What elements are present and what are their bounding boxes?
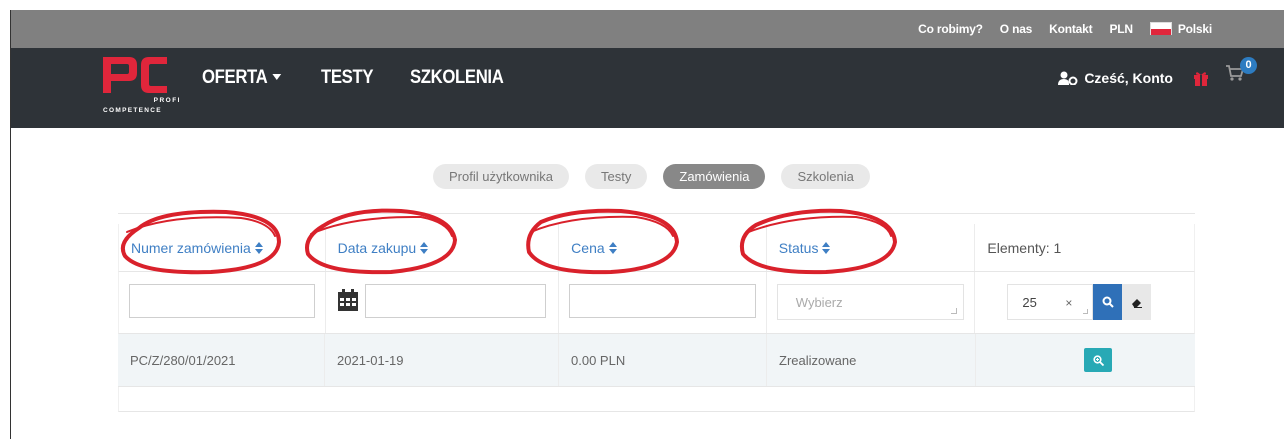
- col-header-label: Status: [778, 239, 819, 256]
- browser-frame: Co robimy? O nas Kontakt PLN Polski PROF…: [10, 10, 1284, 439]
- orders-table: Numer zamówienia Data zakupu Cena Status…: [118, 213, 1195, 412]
- tab-profil[interactable]: Profil użytkownika: [433, 164, 570, 189]
- tab-testy[interactable]: Testy: [585, 164, 648, 189]
- order-number-cell: PC/Z/280/01/2021: [118, 334, 325, 386]
- eraser-icon: [1131, 298, 1142, 308]
- actions-cell: [976, 334, 1195, 386]
- link-about[interactable]: O nas: [1000, 22, 1033, 36]
- cart-count-badge: 0: [1240, 56, 1257, 74]
- col-header-label: Cena: [571, 239, 605, 256]
- search-icon: [1102, 296, 1114, 308]
- page-size-value: 25: [1022, 295, 1037, 310]
- nav-oferta-label: OFERTA: [202, 67, 268, 88]
- pc-logo[interactable]: PROFI COMPETENCE: [103, 55, 183, 117]
- col-header-order-number[interactable]: Numer zamówienia: [119, 224, 326, 271]
- purchase-date-filter[interactable]: [364, 284, 547, 318]
- logo-profi-text: PROFI: [154, 97, 181, 104]
- gift-icon[interactable]: [1193, 70, 1209, 86]
- sort-icon: [254, 241, 263, 254]
- col-header-purchase-date[interactable]: Data zakupu: [326, 224, 560, 271]
- tab-zamowienia[interactable]: Zamówienia: [663, 164, 766, 189]
- link-contact[interactable]: Kontakt: [1049, 22, 1092, 36]
- nav-oferta[interactable]: OFERTA: [202, 67, 282, 89]
- language-selector[interactable]: Polski: [1149, 22, 1212, 36]
- sort-icon: [822, 241, 831, 254]
- logo-competence-text: COMPETENCE: [103, 107, 162, 114]
- calendar-icon[interactable]: [337, 289, 358, 311]
- account-menu[interactable]: Cześć, Konto: [1058, 70, 1173, 86]
- col-header-price[interactable]: Cena: [559, 224, 767, 271]
- table-header-row: Numer zamówienia Data zakupu Cena Status…: [118, 224, 1195, 272]
- sort-icon: [420, 241, 429, 254]
- price-filter[interactable]: [569, 284, 756, 318]
- user-cog-icon: [1058, 71, 1078, 85]
- nav-szkolenia[interactable]: SZKOLENIA: [410, 67, 504, 89]
- currency-selector[interactable]: PLN: [1109, 22, 1133, 36]
- view-order-button[interactable]: [1084, 348, 1112, 372]
- page-size-select[interactable]: 25 ×: [1007, 284, 1094, 321]
- clear-x-icon[interactable]: ×: [1065, 285, 1072, 321]
- status-filter-select[interactable]: Wybierz: [776, 284, 965, 320]
- order-number-filter[interactable]: [129, 284, 315, 318]
- chevron-down-icon: [272, 74, 282, 80]
- status-placeholder: Wybierz: [795, 295, 843, 310]
- top-utility-bar: Co robimy? O nas Kontakt PLN Polski: [11, 10, 1284, 48]
- clear-filters-button[interactable]: [1122, 284, 1152, 320]
- sort-icon: [608, 241, 617, 254]
- col-header-label: Data zakupu: [337, 239, 417, 256]
- tab-szkolenia[interactable]: Szkolenia: [781, 164, 870, 189]
- nav-testy[interactable]: TESTY: [321, 67, 373, 89]
- main-navbar: PROFI COMPETENCE OFERTA TESTY SZKOLENIA …: [11, 48, 1284, 128]
- price-cell: 0.00 PLN: [559, 334, 767, 386]
- account-label: Cześć, Konto: [1084, 70, 1173, 86]
- table-footer-row: [118, 387, 1195, 412]
- profile-tabs: Profil użytkownika Testy Zamówienia Szko…: [433, 164, 870, 189]
- resize-grip-icon: [951, 308, 958, 314]
- link-what-we-do[interactable]: Co robimy?: [918, 22, 983, 36]
- col-header-status[interactable]: Status: [767, 224, 976, 271]
- status-cell: Zrealizowane: [767, 334, 976, 386]
- purchase-date-cell: 2021-01-19: [325, 334, 559, 386]
- poland-flag-icon: [1149, 22, 1172, 35]
- language-label: Polski: [1177, 22, 1212, 36]
- elements-count: Elementy: 1: [987, 239, 1062, 256]
- table-row: PC/Z/280/01/2021 2021-01-19 0.00 PLN Zre…: [118, 334, 1195, 387]
- resize-grip-icon: [1083, 309, 1089, 314]
- col-header-label: Numer zamówienia: [131, 239, 251, 256]
- cart-button[interactable]: 0: [1226, 56, 1257, 86]
- search-button[interactable]: [1093, 284, 1123, 320]
- table-filter-row: Wybierz 25 ×: [118, 272, 1195, 334]
- zoom-in-icon: [1092, 354, 1104, 366]
